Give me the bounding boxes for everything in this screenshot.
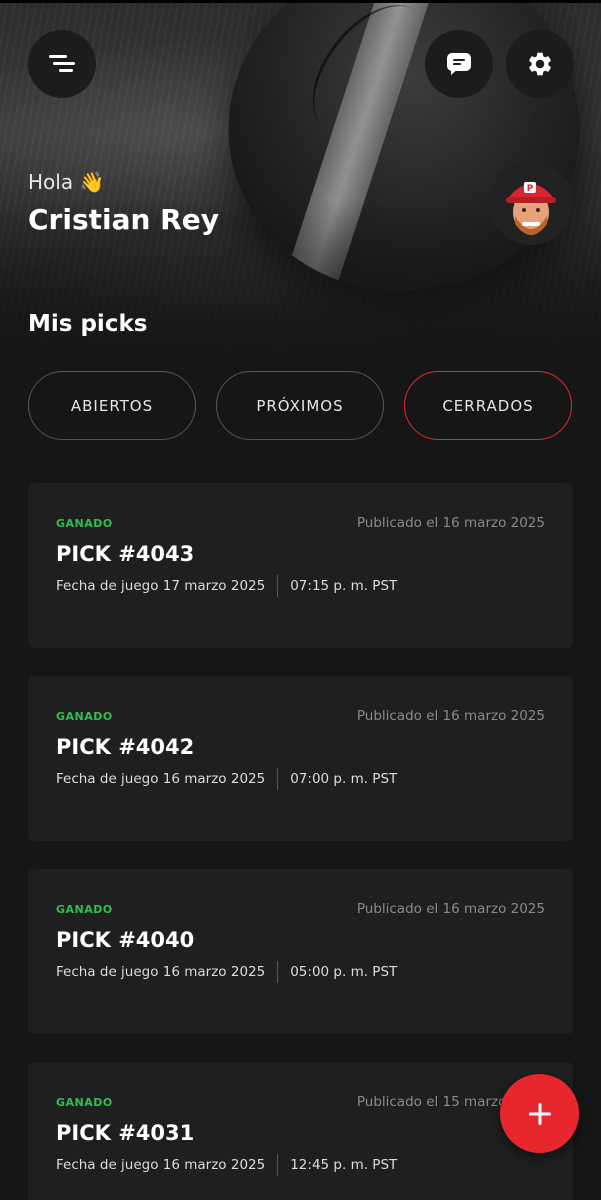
divider <box>277 575 279 597</box>
greeting: Hola 👋 <box>28 170 105 194</box>
game-date: Fecha de juego 17 marzo 2025 <box>56 578 266 594</box>
game-time: 12:45 p. m. PST <box>290 1157 398 1173</box>
settings-button[interactable] <box>506 30 574 98</box>
divider <box>277 961 279 983</box>
user-name: Cristian Rey <box>28 203 219 236</box>
published-date: Publicado el 16 marzo 2025 <box>356 901 545 917</box>
tab-cerrados[interactable]: CERRADOS <box>404 371 572 440</box>
status-badge: GANADO <box>56 517 113 530</box>
status-badge: GANADO <box>56 710 113 723</box>
avatar[interactable]: P <box>489 161 573 245</box>
game-time: 05:00 p. m. PST <box>290 964 398 980</box>
plus-icon <box>528 1102 551 1125</box>
pick-card[interactable]: GANADO Publicado el 15 marzo 2025 PICK #… <box>28 1062 573 1200</box>
pick-card[interactable]: GANADO Publicado el 16 marzo 2025 PICK #… <box>28 676 573 841</box>
pick-title: PICK #4042 <box>56 735 195 759</box>
add-pick-button[interactable] <box>500 1074 579 1153</box>
section-title: Mis picks <box>28 311 148 337</box>
gear-icon <box>529 52 551 76</box>
divider <box>277 768 279 790</box>
chat-icon <box>447 53 471 75</box>
game-time: 07:00 p. m. PST <box>290 771 398 787</box>
tab-proximos[interactable]: PRÓXIMOS <box>216 371 384 440</box>
svg-text:P: P <box>527 184 534 194</box>
pick-meta: Fecha de juego 16 marzo 2025 12:45 p. m.… <box>56 1154 397 1176</box>
pick-title: PICK #4040 <box>56 928 195 952</box>
pick-card[interactable]: GANADO Publicado el 16 marzo 2025 PICK #… <box>28 483 573 648</box>
status-badge: GANADO <box>56 1096 113 1109</box>
menu-button[interactable] <box>28 30 96 98</box>
published-date: Publicado el 16 marzo 2025 <box>356 708 545 724</box>
divider <box>277 1154 279 1176</box>
game-date: Fecha de juego 16 marzo 2025 <box>56 964 266 980</box>
pick-meta: Fecha de juego 16 marzo 2025 07:00 p. m.… <box>56 768 397 790</box>
pick-title: PICK #4043 <box>56 542 195 566</box>
pick-card[interactable]: GANADO Publicado el 16 marzo 2025 PICK #… <box>28 869 573 1034</box>
status-badge: GANADO <box>56 903 113 916</box>
menu-icon <box>49 55 75 73</box>
chat-button[interactable] <box>425 30 493 98</box>
game-date: Fecha de juego 16 marzo 2025 <box>56 771 266 787</box>
published-date: Publicado el 16 marzo 2025 <box>356 515 545 531</box>
avatar-image: P <box>506 182 556 235</box>
tab-abiertos[interactable]: ABIERTOS <box>28 371 196 440</box>
game-time: 07:15 p. m. PST <box>290 578 398 594</box>
pick-meta: Fecha de juego 17 marzo 2025 07:15 p. m.… <box>56 575 397 597</box>
pick-meta: Fecha de juego 16 marzo 2025 05:00 p. m.… <box>56 961 397 983</box>
game-date: Fecha de juego 16 marzo 2025 <box>56 1157 266 1173</box>
pick-title: PICK #4031 <box>56 1121 195 1145</box>
